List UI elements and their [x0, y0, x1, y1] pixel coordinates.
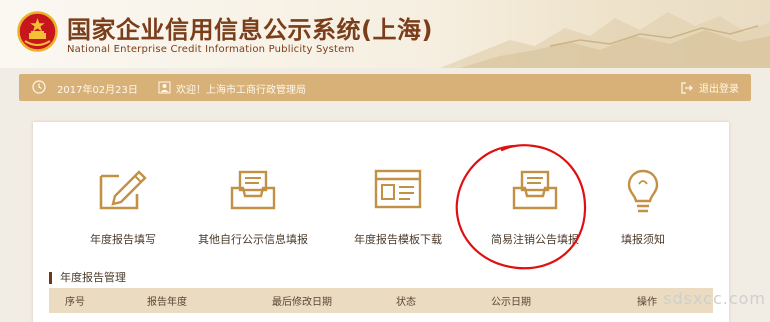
- template-download-label: 年度报告模板下载: [354, 233, 442, 246]
- function-panel: 年度报告填写 其他自行公示信息填报 年度报告模板下载 简易注销公告填报 填报须知…: [33, 122, 729, 322]
- other-disclosure-label: 其他自行公示信息填报: [198, 233, 308, 246]
- site-subtitle: National Enterprise Credit Information P…: [67, 44, 355, 55]
- great-wall-mountain-image: [440, 12, 770, 68]
- filing-notice-tile[interactable]: 填报须知: [573, 122, 713, 262]
- browser-window-icon: [374, 169, 422, 209]
- filing-notice-label: 填报须知: [621, 233, 665, 246]
- national-emblem-icon: [17, 11, 58, 52]
- report-table-header: 序号 报告年度 最后修改日期 状态 公示日期 操作: [49, 288, 713, 313]
- annual-report-fill-label: 年度报告填写: [90, 233, 156, 246]
- site-header: 国家企业信用信息公示系统(上海) National Enterprise Cre…: [0, 0, 770, 68]
- annual-report-fill-tile[interactable]: 年度报告填写: [53, 122, 193, 262]
- site-title: 国家企业信用信息公示系统(上海): [67, 16, 433, 44]
- welcome-text: 欢迎！上海市工商行政管理局: [176, 85, 306, 96]
- template-download-tile[interactable]: 年度报告模板下载: [328, 122, 468, 262]
- col-serial: 序号: [65, 297, 85, 308]
- logout-icon: [681, 81, 693, 94]
- watermark-text: sdsxcc.com: [663, 289, 766, 308]
- lightbulb-icon: [627, 169, 659, 213]
- col-report-year: 报告年度: [147, 297, 187, 308]
- tray-document-icon: [230, 170, 276, 210]
- current-date: 2017年02月23日: [57, 85, 138, 96]
- col-last-modified: 最后修改日期: [272, 297, 332, 308]
- col-publish-date: 公示日期: [491, 297, 531, 308]
- user-toolbar: 2017年02月23日 欢迎！上海市工商行政管理局 退出登录: [19, 74, 751, 101]
- other-disclosure-tile[interactable]: 其他自行公示信息填报: [183, 122, 323, 262]
- col-status: 状态: [396, 297, 416, 308]
- logout-label: 退出登录: [699, 84, 739, 95]
- logout-button[interactable]: 退出登录: [681, 78, 739, 97]
- clock-icon: [32, 80, 46, 94]
- user-icon: [158, 81, 171, 94]
- pencil-edit-icon: [99, 170, 147, 210]
- red-highlight-circle: [455, 144, 587, 270]
- annual-report-management-title: 年度报告管理: [49, 272, 126, 284]
